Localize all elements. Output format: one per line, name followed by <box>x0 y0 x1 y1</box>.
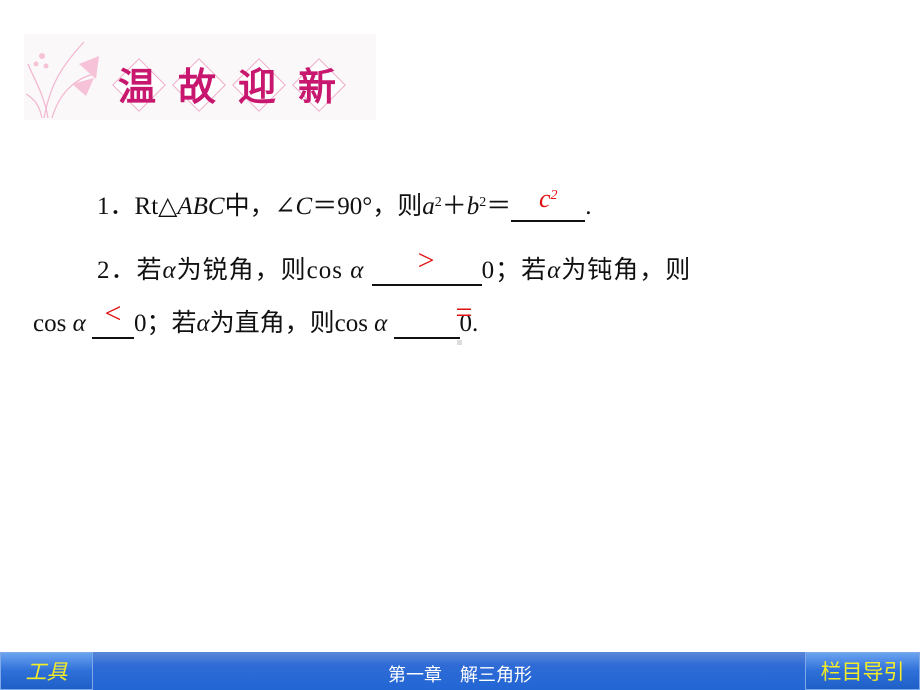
question-2-line-2: cos α <0；若α为直角，则cos α 0. = <box>33 296 479 339</box>
text: ＝90°，则 <box>312 193 423 220</box>
text: ABC <box>177 193 225 220</box>
answer-text: = <box>455 296 473 329</box>
banner-char: 新 <box>288 54 346 112</box>
text: a <box>422 193 435 220</box>
section-banner: 温 故 迎 新 <box>24 34 376 120</box>
banner-char: 温 <box>108 54 166 112</box>
text: Rt△ <box>134 193 178 220</box>
text: ＋ <box>441 193 467 220</box>
text: C <box>295 193 313 220</box>
question-1: 1．Rt△ABC中，∠C＝90°，则a2＋b2＝ c2. <box>97 184 592 222</box>
chapter-title: 第一章 解三角形 <box>388 665 532 686</box>
banner-char: 迎 <box>228 54 286 112</box>
text: 0；若 <box>481 257 548 284</box>
text: 中，∠ <box>224 193 296 220</box>
footer-bar: 工具 第一章 解三角形 栏目导引 <box>0 652 920 690</box>
text: 0；若 <box>133 310 197 337</box>
text: 若 <box>136 257 163 284</box>
text: α <box>547 257 562 284</box>
answer-text: > <box>417 244 436 277</box>
answer-blank <box>393 311 460 339</box>
text: ＝ <box>486 193 512 220</box>
banner-title: 温 故 迎 新 <box>108 54 346 112</box>
question-number: 1． <box>97 193 135 220</box>
cursor-marker <box>457 340 462 345</box>
text: 为直角，则cos <box>209 310 375 337</box>
answer-blank: c2 <box>511 184 586 222</box>
text: α <box>350 257 365 284</box>
text: b <box>466 193 480 220</box>
answer-blank: > <box>371 244 482 286</box>
text: . <box>585 193 592 220</box>
question-2-line-1: 2．若α为锐角，则cos α >0；若α为钝角，则 <box>97 244 692 286</box>
answer-wrap: 0. = <box>456 296 479 337</box>
question-number: 2． <box>97 257 137 284</box>
banner-char: 故 <box>168 54 226 112</box>
text: cos <box>33 310 73 337</box>
answer-blank: < <box>91 297 134 339</box>
text: α <box>162 257 177 284</box>
text: 为钝角，则 <box>561 257 692 284</box>
text: α <box>196 310 210 337</box>
text: α <box>374 310 388 337</box>
section-nav-button[interactable]: 栏目导引 <box>805 652 920 690</box>
text: α <box>72 310 86 337</box>
text: 为锐角，则cos <box>176 257 351 284</box>
answer-text: < <box>104 297 122 330</box>
answer-text: c2 <box>538 184 558 213</box>
